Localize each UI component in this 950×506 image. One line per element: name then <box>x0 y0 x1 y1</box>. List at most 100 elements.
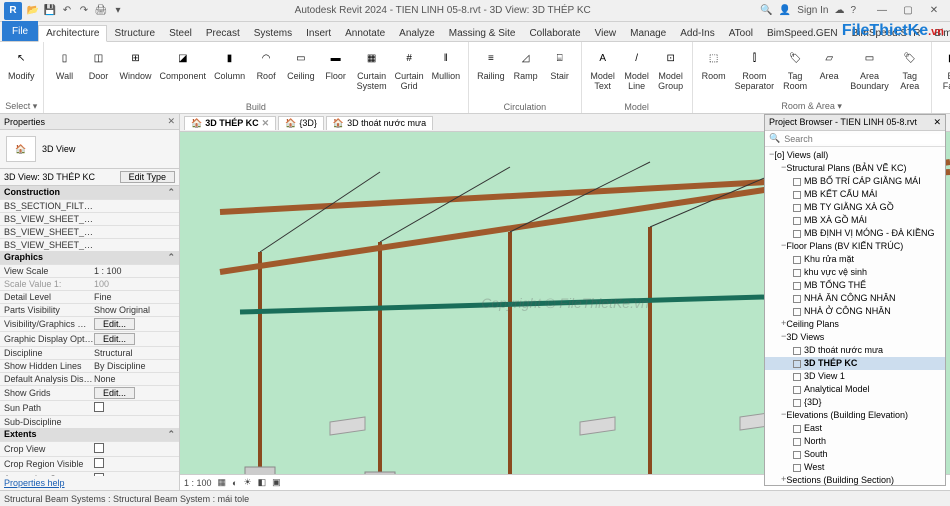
component-button[interactable]: ◪Component <box>156 44 211 101</box>
ramp-button[interactable]: ◿Ramp <box>509 44 543 101</box>
tree-item[interactable]: khu vực vệ sinh <box>765 266 945 279</box>
door-button[interactable]: ◫Door <box>82 44 116 101</box>
properties-close-icon[interactable]: ✕ <box>167 116 175 127</box>
instance-label[interactable]: 3D View: 3D THÉP KC <box>4 172 95 182</box>
properties-row[interactable]: BS_SECTION_FILTER <box>0 199 179 212</box>
tree-item[interactable]: NHÀ Ở CÔNG NHÂN <box>765 305 945 318</box>
properties-row[interactable]: BS_VIEW_SHEET_LE… <box>0 238 179 251</box>
undo-icon[interactable]: ↶ <box>60 4 74 18</box>
modify-button[interactable]: ↖Modify <box>4 44 39 100</box>
properties-section-header[interactable]: Extents⌃ <box>0 428 179 441</box>
tree-item[interactable]: + Sections (Building Section) <box>765 474 945 485</box>
checkbox[interactable] <box>94 443 104 453</box>
room-separator-button[interactable]: ⫿Room Separator <box>731 44 779 100</box>
search-icon[interactable]: 🔍 <box>760 5 772 16</box>
properties-row[interactable]: Parts VisibilityShow Original <box>0 303 179 316</box>
tree-item[interactable]: NHÀ ĂN CÔNG NHÂN <box>765 292 945 305</box>
crop-icon[interactable]: ▣ <box>272 477 281 488</box>
properties-row[interactable]: Graphic Display Opt…Edit... <box>0 331 179 346</box>
ribbon-tab[interactable]: Manage <box>623 26 673 41</box>
ribbon-tab[interactable]: BimSpeed.GEN <box>760 26 845 41</box>
ribbon-tab[interactable]: View <box>588 26 624 41</box>
ribbon-tab[interactable]: Collaborate <box>522 26 587 41</box>
ribbon-tab[interactable]: Analyze <box>392 26 442 41</box>
tag-room-button[interactable]: 🏷Tag Room <box>778 44 812 100</box>
open-icon[interactable]: 📂 <box>26 4 40 18</box>
properties-section-header[interactable]: Graphics⌃ <box>0 251 179 264</box>
properties-section-header[interactable]: Construction⌃ <box>0 186 179 199</box>
tag-area-button[interactable]: 🏷Tag Area <box>893 44 927 100</box>
tab-file[interactable]: File <box>2 21 38 41</box>
tree-item[interactable]: Khu rửa mặt <box>765 253 945 266</box>
tree-item[interactable]: 3D thoát nước mưa <box>765 344 945 357</box>
ribbon-tab[interactable]: Add-Ins <box>673 26 721 41</box>
ribbon-tab[interactable]: Massing & Site <box>442 26 523 41</box>
model-group-button[interactable]: ⊡Model Group <box>654 44 688 101</box>
tree-item[interactable]: East <box>765 422 945 435</box>
minimize-button[interactable]: — <box>870 2 894 20</box>
tree-item[interactable]: + Ceiling Plans <box>765 318 945 331</box>
tree-item[interactable]: MB BỐ TRÍ CÁP GIẰNG MÁI <box>765 175 945 188</box>
tree-item[interactable]: North <box>765 435 945 448</box>
mullion-button[interactable]: ‖Mullion <box>428 44 465 101</box>
sign-in-link[interactable]: Sign In <box>797 5 828 16</box>
ribbon-tab[interactable]: BimSpeed.MEP <box>928 26 950 41</box>
properties-row[interactable]: Detail LevelFine <box>0 290 179 303</box>
tree-item[interactable]: − Floor Plans (BV KIẾN TRÚC) <box>765 240 945 253</box>
properties-row[interactable]: BS_VIEW_SHEET_LE… <box>0 212 179 225</box>
edit-button[interactable]: Edit... <box>94 318 135 330</box>
ribbon-tab[interactable]: Precast <box>199 26 247 41</box>
tree-item[interactable]: MB ĐỊNH VỊ MÓNG - ĐÀ KIỀNG <box>765 227 945 240</box>
checkbox[interactable] <box>94 458 104 468</box>
save-icon[interactable]: 💾 <box>43 4 57 18</box>
checkbox[interactable] <box>94 402 104 412</box>
tree-item[interactable]: West <box>765 461 945 474</box>
properties-row[interactable]: Crop View <box>0 441 179 456</box>
edit-button[interactable]: Edit... <box>94 387 135 399</box>
tree-item[interactable]: MB TY GIẰNG XÀ GỒ <box>765 201 945 214</box>
tree-item[interactable]: 3D View 1 <box>765 370 945 383</box>
view-tab[interactable]: 🏠3D THÉP KC✕ <box>184 116 276 130</box>
tree-item[interactable]: − [o] Views (all) <box>765 149 945 162</box>
ribbon-tab[interactable]: Insert <box>299 26 338 41</box>
view-scale[interactable]: 1 : 100 <box>184 478 212 488</box>
properties-row[interactable]: Sub-Discipline <box>0 415 179 428</box>
user-icon[interactable]: 👤 <box>779 5 791 16</box>
area-button[interactable]: ▱Area <box>812 44 846 100</box>
sun-path-icon[interactable]: ☀ <box>243 477 251 488</box>
tree-item[interactable]: MB KẾT CẤU MÁI <box>765 188 945 201</box>
properties-row[interactable]: View Scale1 : 100 <box>0 264 179 277</box>
properties-row[interactable]: Sun Path <box>0 400 179 415</box>
ribbon-tab[interactable]: Systems <box>247 26 299 41</box>
properties-row[interactable]: Show Hidden LinesBy Discipline <box>0 359 179 372</box>
tree-item[interactable]: MB TỔNG THỂ <box>765 279 945 292</box>
stair-button[interactable]: ⌸Stair <box>543 44 577 101</box>
tree-item[interactable]: {3D} <box>765 396 945 409</box>
properties-row[interactable]: BS_VIEW_SHEET_LE… <box>0 225 179 238</box>
ribbon-tab[interactable]: Steel <box>162 26 199 41</box>
properties-row[interactable]: Crop Region Visible <box>0 456 179 471</box>
model-text-button[interactable]: AModel Text <box>586 44 620 101</box>
shadows-icon[interactable]: ◧ <box>258 477 267 488</box>
column-button[interactable]: ▮Column <box>210 44 249 101</box>
properties-row[interactable]: Visibility/Graphics …Edit... <box>0 316 179 331</box>
tree-item[interactable]: − Elevations (Building Elevation) <box>765 409 945 422</box>
properties-row[interactable]: Show GridsEdit... <box>0 385 179 400</box>
window-button[interactable]: ⊞Window <box>116 44 156 101</box>
properties-help-link[interactable]: Properties help <box>0 476 179 490</box>
print-icon[interactable]: 🖨 <box>94 4 108 18</box>
properties-row[interactable]: Default Analysis Dis…None <box>0 372 179 385</box>
curtain-grid-button[interactable]: #Curtain Grid <box>391 44 428 101</box>
tree-item[interactable]: − Structural Plans (BẢN VẼ KC) <box>765 162 945 175</box>
tree-item[interactable]: South <box>765 448 945 461</box>
floor-button[interactable]: ▬Floor <box>319 44 353 101</box>
ribbon-tab[interactable]: BimSpeed.STR <box>845 26 928 41</box>
wall-button[interactable]: ▯Wall <box>48 44 82 101</box>
model-line-button[interactable]: /Model Line <box>620 44 654 101</box>
railing-button[interactable]: ≡Railing <box>473 44 509 101</box>
roof-button[interactable]: ◠Roof <box>249 44 283 101</box>
tree-item[interactable]: − 3D Views <box>765 331 945 344</box>
ribbon-tab[interactable]: Annotate <box>338 26 392 41</box>
tree-item[interactable]: Analytical Model <box>765 383 945 396</box>
more-icon[interactable]: ▾ <box>111 4 125 18</box>
